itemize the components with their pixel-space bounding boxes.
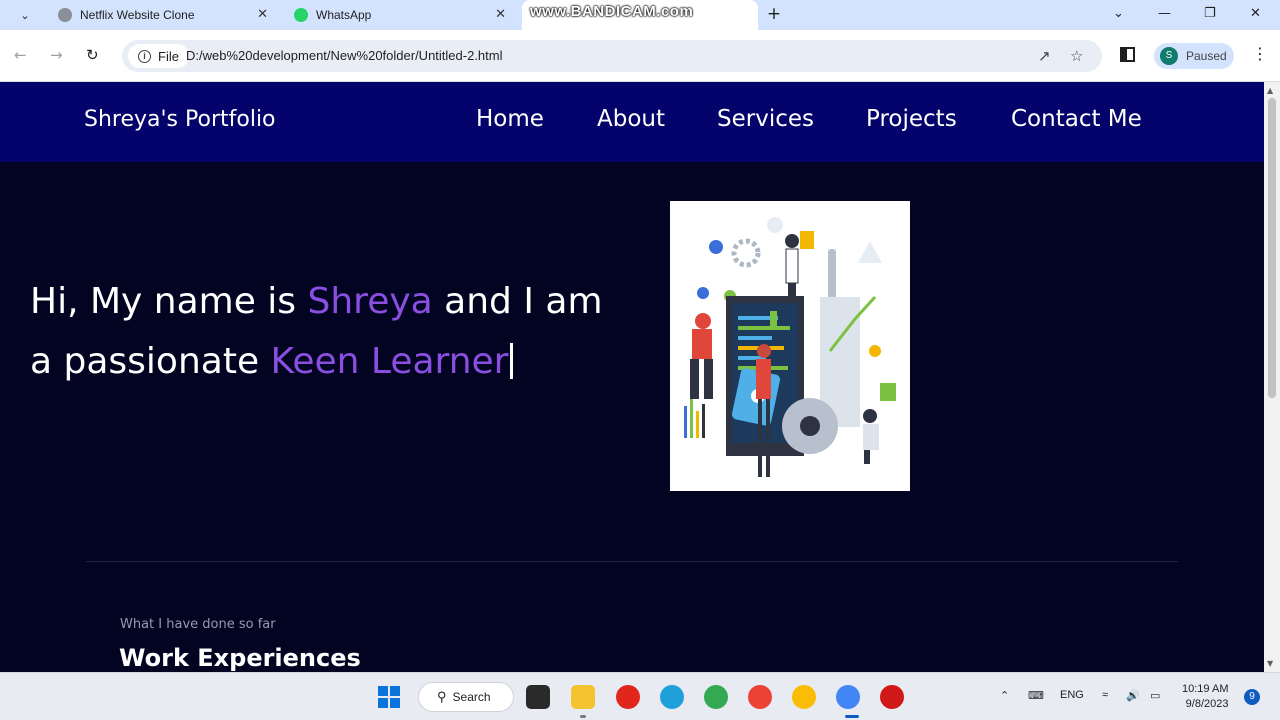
reload-icon[interactable]: ↻ [86,46,99,64]
profile-status: Paused [1186,49,1227,63]
site-brand[interactable]: Shreya's Portfolio [84,107,276,132]
bookmark-star-icon[interactable]: ☆ [1070,47,1083,65]
profile-button[interactable]: S Paused [1154,43,1234,69]
info-icon: i [138,49,151,63]
running-indicator [580,715,586,718]
experience-title: Work Experiences [119,644,361,672]
more-menu-icon[interactable]: ⋮ [1252,44,1268,63]
url-text[interactable]: D:/web%20development/New%20folder/Untitl… [186,48,503,63]
taskbar-search[interactable]: ⚲ Search [418,682,514,712]
site-info-chip[interactable]: i File [128,44,189,68]
whatsapp-icon [294,8,308,22]
hero-illustration [670,201,910,491]
language-indicator[interactable]: ENG [1060,689,1084,701]
scroll-down-icon[interactable]: ▼ [1267,659,1273,668]
developer-illustration-image [670,201,910,491]
typing-cursor [510,343,514,379]
task-view-icon[interactable] [526,685,550,709]
search-icon: ⚲ [437,689,447,704]
chrome-icon[interactable] [704,685,728,709]
tab-netflix-clone[interactable]: Netflix Website Clone ✕ [48,0,278,30]
chrome-profile-icon[interactable] [748,685,772,709]
close-window-button[interactable]: ✕ [1250,6,1261,21]
section-divider [86,561,1178,562]
tab-title: Netflix Website Clone [80,8,195,22]
scroll-up-icon[interactable]: ▲ [1267,86,1273,95]
nav-link-about[interactable]: About [597,106,665,132]
hero-heading: Hi, My name is Shreya and I am a passion… [30,272,630,392]
nav-link-projects[interactable]: Projects [866,106,957,132]
windows-taskbar: ⚲ Search ⌃ ⌨ ENG ≈ 🔊 ▭ 10:19 AM 9/8/2023… [0,672,1280,720]
restore-window-button[interactable]: ❐ [1204,6,1216,21]
clock-time: 10:19 AM [1182,683,1229,695]
chrome-active-icon[interactable] [836,685,860,709]
edge-icon[interactable] [660,685,684,709]
page-scrollbar[interactable]: ▲ ▼ [1264,82,1280,672]
windows-start-icon[interactable] [378,686,400,708]
chrome-profile-2-icon[interactable] [792,685,816,709]
keyboard-icon[interactable]: ⌨ [1028,689,1044,702]
tab-title: WhatsApp [316,8,372,22]
page-viewport: Shreya's Portfolio Home About Services P… [0,82,1264,672]
battery-icon[interactable]: ▭ [1150,689,1160,702]
active-app-indicator [845,715,859,718]
tab-whatsapp[interactable]: WhatsApp ✕ [284,0,516,30]
search-label: Search [452,690,491,704]
browser-toolbar: ← → ↻ i File D:/web%20development/New%20… [0,30,1280,82]
browser-tab-bar: ⌄ Netflix Website Clone ✕ WhatsApp ✕ www… [0,0,1280,30]
clock-date: 9/8/2023 [1185,698,1229,710]
side-panel-icon[interactable] [1120,47,1135,62]
minimize-window-button[interactable]: — [1158,6,1171,21]
wifi-icon[interactable]: ≈ [1102,689,1108,701]
experience-subtitle: What I have done so far [120,617,276,632]
chevron-down-icon[interactable]: ⌄ [1113,6,1124,21]
scheme-label: File [158,48,179,64]
forward-arrow-icon[interactable]: → [50,46,63,64]
scrollbar-thumb[interactable] [1268,98,1276,398]
avatar: S [1160,47,1178,65]
hero-name: Shreya [307,281,433,322]
nav-link-home[interactable]: Home [476,106,544,132]
chevron-up-icon[interactable]: ⌃ [1000,689,1009,702]
globe-icon [58,8,72,22]
notification-badge[interactable]: 9 [1244,689,1260,705]
file-explorer-icon[interactable] [571,685,595,709]
bandicam-watermark: www.BANDICAM.com [530,3,694,20]
volume-icon[interactable]: 🔊 [1126,689,1140,702]
new-tab-button[interactable]: + [764,5,784,25]
share-icon[interactable]: ↗ [1038,47,1051,65]
taskbar-clock[interactable]: 10:19 AM 9/8/2023 [1182,682,1228,712]
tab-search-dropdown-icon[interactable]: ⌄ [14,5,36,25]
back-arrow-icon[interactable]: ← [14,46,27,64]
bandicam-record-icon[interactable] [880,685,904,709]
hero-typed-role: Keen Learner [270,341,509,382]
nav-link-contact[interactable]: Contact Me [1011,106,1142,132]
close-tab-icon[interactable]: ✕ [495,6,506,22]
nav-link-services[interactable]: Services [717,106,814,132]
address-bar[interactable]: i File D:/web%20development/New%20folder… [122,40,1102,72]
opera-icon[interactable] [616,685,640,709]
site-navbar: Shreya's Portfolio Home About Services P… [0,82,1264,162]
hero-intro: Hi, My name is [30,281,308,322]
close-tab-icon[interactable]: ✕ [257,6,268,22]
